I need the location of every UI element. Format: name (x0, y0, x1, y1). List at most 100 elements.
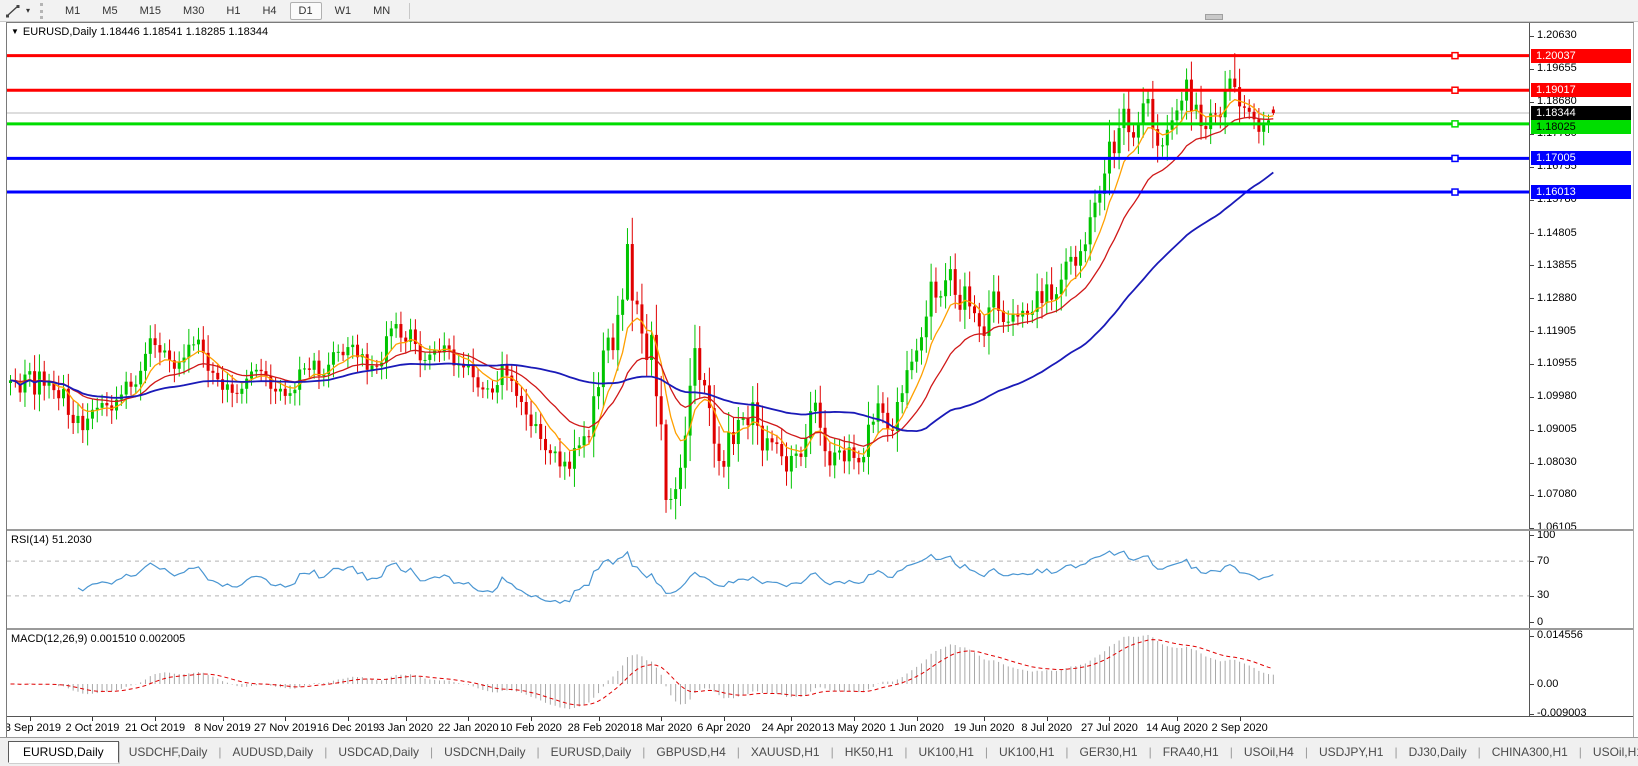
price-tick (1530, 298, 1534, 299)
rsi-tick (1530, 622, 1534, 623)
price-axis-label: 1.11905 (1537, 325, 1576, 338)
toolbar-grip[interactable] (40, 3, 44, 19)
price-axis-label: 1.08030 (1537, 456, 1577, 469)
date-label: 21 Oct 2019 (125, 722, 185, 734)
timeframe-button-M15[interactable]: M15 (131, 2, 170, 20)
rsi-axis-label: 70 (1537, 555, 1549, 568)
current-price-badge: 1.18344 (1531, 106, 1631, 120)
date-tick (531, 717, 532, 721)
rsi-axis[interactable]: 10070300 (1529, 531, 1633, 628)
price-axis-label: 1.09005 (1537, 423, 1577, 436)
date-label: 27 Jul 2020 (1081, 722, 1138, 734)
chart-tab-USDCNH-Daily[interactable]: USDCNH,Daily (434, 742, 535, 762)
price-axis-label: 1.09980 (1537, 390, 1577, 403)
macd-axis[interactable]: 0.014556 0.00 -0.009003 (1529, 630, 1633, 716)
price-chart-canvas[interactable] (7, 23, 1531, 529)
rsi-canvas[interactable] (7, 531, 1531, 628)
date-label: 8 Nov 2019 (194, 722, 250, 734)
date-label: 14 Aug 2020 (1146, 722, 1208, 734)
price-axis-label: 1.13855 (1537, 259, 1577, 272)
timeframe-button-M30[interactable]: M30 (174, 2, 213, 20)
chart-title: ▼ EURUSD,Daily 1.18446 1.18541 1.18285 1.… (11, 26, 268, 38)
chart-tab-AUDUSD-Daily[interactable]: AUDUSD,Daily (223, 742, 324, 762)
chart-tab-USDCHF-Daily[interactable]: USDCHF,Daily (119, 742, 218, 762)
rsi-axis-label: 30 (1537, 589, 1549, 602)
date-label: 13 May 2020 (822, 722, 886, 734)
date-label: 28 Feb 2020 (568, 722, 630, 734)
rsi-label: RSI(14) 51.2030 (11, 534, 92, 546)
chart-tab-USDCAD-Daily[interactable]: USDCAD,Daily (328, 742, 429, 762)
timeframe-buttons: M1M5 M15M30H1H4 D1W1MN (54, 5, 401, 17)
date-label: 2 Oct 2019 (66, 722, 120, 734)
date-tick (30, 717, 31, 721)
price-tick (1530, 200, 1534, 201)
macd-tick (1530, 684, 1534, 685)
timeframe-button-H4[interactable]: H4 (253, 2, 285, 20)
date-tick (1109, 717, 1110, 721)
chart-tab-USOil-H4[interactable]: USOil,H4 (1234, 742, 1304, 762)
chart-tab-DJ30-Daily[interactable]: DJ30,Daily (1399, 742, 1477, 762)
chart-tab-EURUSD-Daily[interactable]: EURUSD,Daily (541, 742, 642, 762)
date-tick (1047, 717, 1048, 721)
line-studies-icon[interactable] (0, 2, 26, 20)
date-tick (724, 717, 725, 721)
macd-tick (1530, 636, 1534, 637)
price-axis-label: 1.06105 (1537, 521, 1577, 529)
timeframe-button-MN[interactable]: MN (364, 2, 399, 20)
date-tick (791, 717, 792, 721)
price-line-badge: 1.20037 (1531, 49, 1631, 63)
chart-tab-EURUSD-Daily[interactable]: EURUSD,Daily (8, 741, 119, 763)
macd-axis-label: 0.00 (1537, 678, 1558, 691)
date-tick (406, 717, 407, 721)
chart-tab-XAUUSD-H1[interactable]: XAUUSD,H1 (741, 742, 830, 762)
chart-title-text: EURUSD,Daily 1.18446 1.18541 1.18285 1.1… (23, 26, 268, 38)
symbol-dropdown-icon[interactable]: ▼ (11, 27, 19, 36)
date-label: 10 Feb 2020 (500, 722, 562, 734)
date-label: 19 Jun 2020 (954, 722, 1015, 734)
time-axis[interactable]: 13 Sep 2019 2 Oct 2019 21 Oct 2019 8 Nov 20… (7, 716, 1633, 738)
chart-scrollbar-thumb[interactable] (1205, 14, 1223, 20)
price-tick (1530, 397, 1534, 398)
rsi-panel: RSI(14) 51.2030 10070300 (7, 529, 1633, 628)
price-tick (1530, 463, 1534, 464)
price-line-badge: 1.19017 (1531, 83, 1631, 97)
chart-tab-GBPUSD-H4[interactable]: GBPUSD,H4 (646, 742, 735, 762)
toolbar-separator (409, 3, 410, 19)
date-tick (92, 717, 93, 721)
chart-tab-HK50-H1[interactable]: HK50,H1 (835, 742, 904, 762)
price-tick (1530, 102, 1534, 103)
timeframe-button-D1[interactable]: D1 (290, 2, 322, 20)
date-label: 16 Dec 2019 (317, 722, 379, 734)
date-tick (155, 717, 156, 721)
date-label: 8 Jul 2020 (1021, 722, 1072, 734)
chart-tab-USDJPY-H1[interactable]: USDJPY,H1 (1309, 742, 1393, 762)
timeframe-toolbar: ▾ M1M5 M15M30H1H4 D1W1MN (0, 0, 1638, 22)
date-tick (348, 717, 349, 721)
price-tick (1530, 36, 1534, 37)
chart-window: ▼ EURUSD,Daily 1.18446 1.18541 1.18285 1.… (6, 22, 1634, 737)
chart-tab-GER30-H1[interactable]: GER30,H1 (1070, 742, 1148, 762)
price-tick (1530, 233, 1534, 234)
dropdown-caret-icon[interactable]: ▾ (26, 6, 30, 15)
chart-tab-FRA40-H1[interactable]: FRA40,H1 (1153, 742, 1229, 762)
timeframe-button-H1[interactable]: H1 (217, 2, 249, 20)
date-label: 2 Sep 2020 (1211, 722, 1267, 734)
date-tick (854, 717, 855, 721)
timeframe-button-M1[interactable]: M1 (56, 2, 89, 20)
macd-axis-label: -0.009003 (1537, 707, 1587, 716)
chart-tab-UK100-H1[interactable]: UK100,H1 (909, 742, 984, 762)
timeframe-button-W1[interactable]: W1 (326, 2, 361, 20)
macd-canvas[interactable] (7, 630, 1531, 716)
chart-tab-USOil-H1[interactable]: USOil,H1 (1583, 742, 1638, 762)
chart-tab-CHINA300-H1[interactable]: CHINA300,H1 (1482, 742, 1578, 762)
date-tick (223, 717, 224, 721)
date-tick (1177, 717, 1178, 721)
timeframe-button-M5[interactable]: M5 (93, 2, 126, 20)
date-label: 13 Sep 2019 (7, 722, 61, 734)
chart-tab-UK100-H1[interactable]: UK100,H1 (989, 742, 1064, 762)
macd-tick (1530, 714, 1534, 715)
price-axis[interactable]: 1.206301.196551.186801.177301.167551.157… (1529, 23, 1633, 529)
macd-axis-label: 0.014556 (1537, 629, 1583, 642)
price-axis-label: 1.20630 (1537, 29, 1577, 42)
price-tick (1530, 167, 1534, 168)
